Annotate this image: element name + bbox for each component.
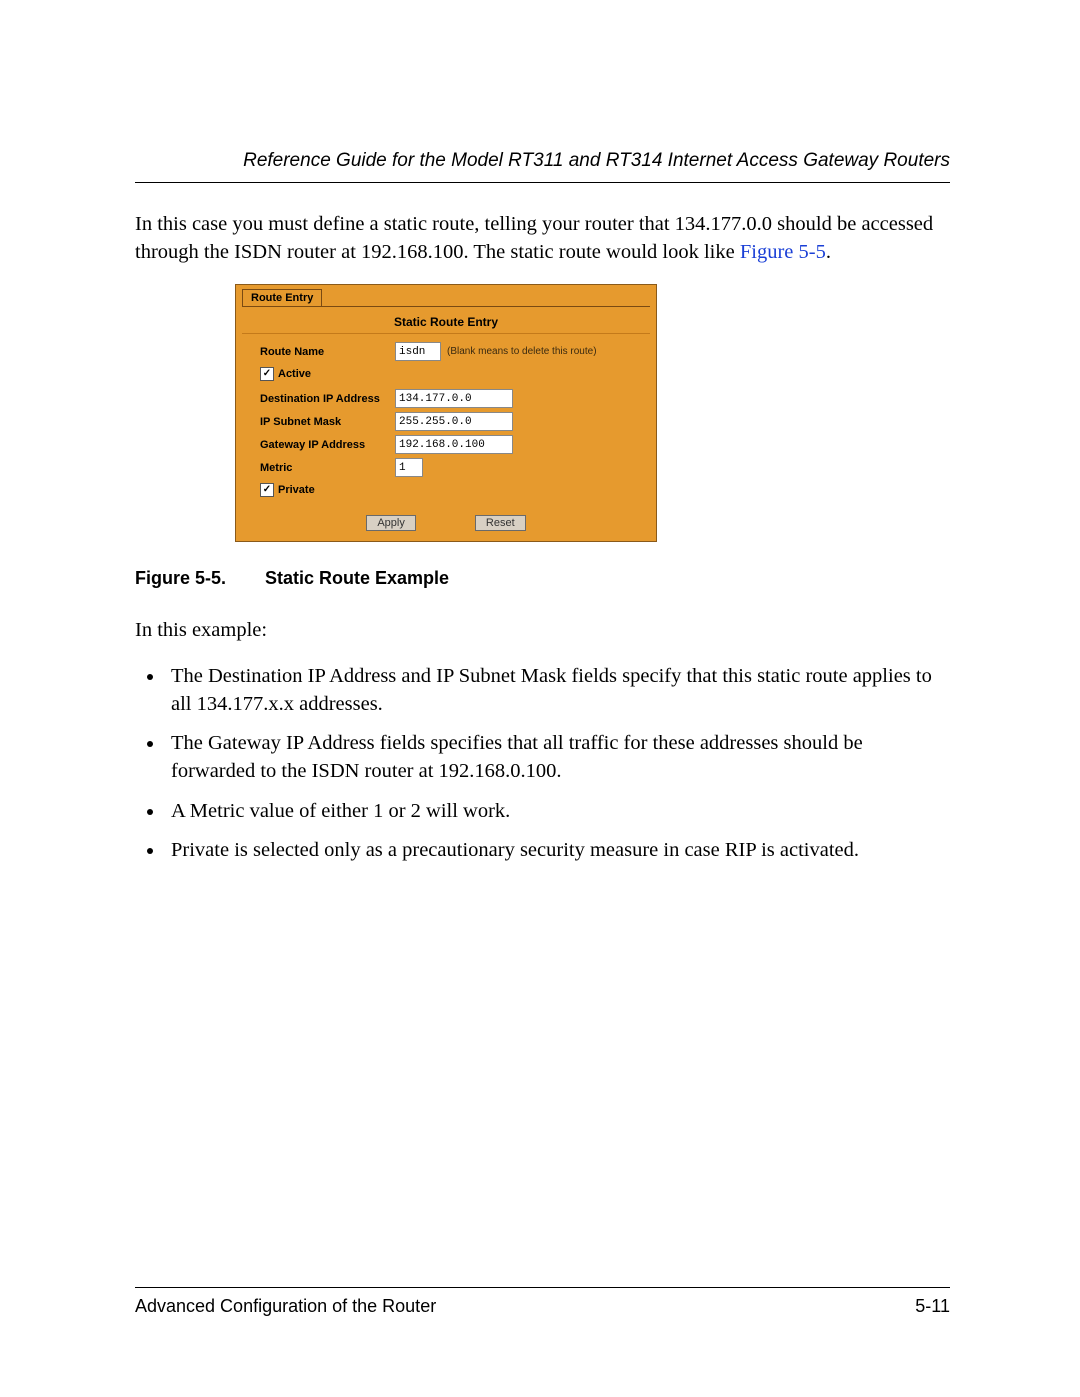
- active-checkbox-row: ✓ Active: [260, 367, 311, 381]
- figure-title: Static Route Example: [265, 568, 449, 588]
- route-name-input[interactable]: [395, 342, 441, 361]
- intro-paragraph: In this case you must define a static ro…: [135, 211, 950, 266]
- figure-number: Figure 5-5.: [135, 568, 265, 589]
- divider: [242, 306, 650, 307]
- subnet-label: IP Subnet Mask: [260, 416, 395, 428]
- apply-button[interactable]: Apply: [366, 515, 416, 531]
- page-footer: Advanced Configuration of the Router 5-1…: [135, 1287, 950, 1317]
- example-bullet-list: The Destination IP Address and IP Subnet…: [135, 663, 950, 865]
- example-intro: In this example:: [135, 617, 950, 645]
- figure-caption: Figure 5-5.Static Route Example: [135, 568, 950, 589]
- route-name-hint: (Blank means to delete this route): [447, 346, 597, 357]
- private-checkbox[interactable]: ✓: [260, 483, 274, 497]
- private-checkbox-row: ✓ Private: [260, 483, 315, 497]
- subnet-input[interactable]: [395, 412, 513, 431]
- route-name-label: Route Name: [260, 346, 395, 358]
- figure-image: Route Entry Static Route Entry Route Nam…: [235, 284, 950, 542]
- footer-section: Advanced Configuration of the Router: [135, 1296, 436, 1317]
- router-config-panel: Route Entry Static Route Entry Route Nam…: [235, 284, 657, 542]
- list-item: The Destination IP Address and IP Subnet…: [165, 663, 950, 718]
- panel-title: Static Route Entry: [236, 315, 656, 329]
- active-label: Active: [278, 368, 311, 380]
- divider: [242, 333, 650, 334]
- reset-button[interactable]: Reset: [475, 515, 526, 531]
- metric-input[interactable]: [395, 458, 423, 477]
- list-item: Private is selected only as a precaution…: [165, 837, 950, 865]
- private-label: Private: [278, 484, 315, 496]
- dest-ip-input[interactable]: [395, 389, 513, 408]
- active-checkbox[interactable]: ✓: [260, 367, 274, 381]
- gateway-input[interactable]: [395, 435, 513, 454]
- list-item: A Metric value of either 1 or 2 will wor…: [165, 798, 950, 826]
- route-entry-tab[interactable]: Route Entry: [242, 289, 322, 306]
- figure-reference-link[interactable]: Figure 5-5: [740, 241, 826, 263]
- running-header: Reference Guide for the Model RT311 and …: [135, 150, 950, 183]
- footer-page-number: 5-11: [915, 1296, 950, 1317]
- gateway-label: Gateway IP Address: [260, 439, 395, 451]
- metric-label: Metric: [260, 462, 395, 474]
- list-item: The Gateway IP Address fields specifies …: [165, 730, 950, 785]
- intro-text-b: .: [826, 241, 831, 263]
- dest-ip-label: Destination IP Address: [260, 393, 395, 405]
